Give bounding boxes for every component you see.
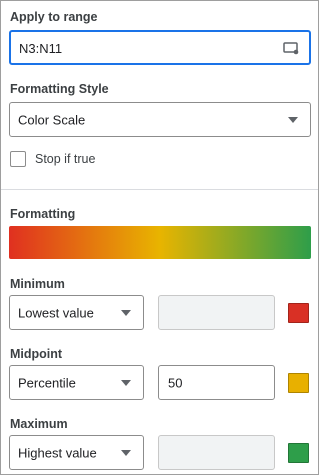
minimum-color-swatch[interactable]	[288, 303, 309, 323]
minimum-type-value: Lowest value	[18, 305, 94, 320]
midpoint-value-input[interactable]: 50	[158, 365, 275, 400]
midpoint-value-text: 50	[168, 375, 183, 390]
formatting-style-label: Formatting Style	[10, 82, 109, 96]
stop-if-true-label: Stop if true	[35, 152, 96, 166]
maximum-value-input[interactable]	[158, 435, 275, 470]
maximum-type-select[interactable]: Highest value	[9, 435, 144, 470]
midpoint-type-select[interactable]: Percentile	[9, 365, 144, 400]
midpoint-type-value: Percentile	[18, 375, 76, 390]
select-range-icon[interactable]	[283, 42, 299, 60]
stop-if-true-checkbox[interactable]	[10, 151, 26, 167]
apply-range-value: N3:N11	[19, 41, 63, 56]
maximum-type-value: Highest value	[18, 445, 97, 460]
chevron-down-icon	[121, 309, 131, 316]
color-scale-gradient-preview	[9, 226, 311, 259]
chevron-down-icon	[288, 116, 298, 123]
minimum-type-select[interactable]: Lowest value	[9, 295, 144, 330]
formatting-style-value: Color Scale	[18, 112, 86, 127]
section-divider	[1, 189, 318, 190]
minimum-value-input[interactable]	[158, 295, 275, 330]
chevron-down-icon	[121, 379, 131, 386]
formatting-label: Formatting	[10, 207, 76, 221]
maximum-label: Maximum	[10, 417, 68, 431]
chevron-down-icon	[121, 449, 131, 456]
color-scale-panel: Apply to range N3:N11 Formatting Style C…	[0, 0, 319, 475]
formatting-style-select[interactable]: Color Scale	[9, 102, 311, 137]
midpoint-label: Midpoint	[10, 347, 63, 361]
apply-range-label: Apply to range	[10, 10, 98, 24]
maximum-color-swatch[interactable]	[288, 443, 309, 463]
apply-range-input[interactable]: N3:N11	[9, 30, 311, 65]
minimum-label: Minimum	[10, 277, 65, 291]
midpoint-color-swatch[interactable]	[288, 373, 309, 393]
